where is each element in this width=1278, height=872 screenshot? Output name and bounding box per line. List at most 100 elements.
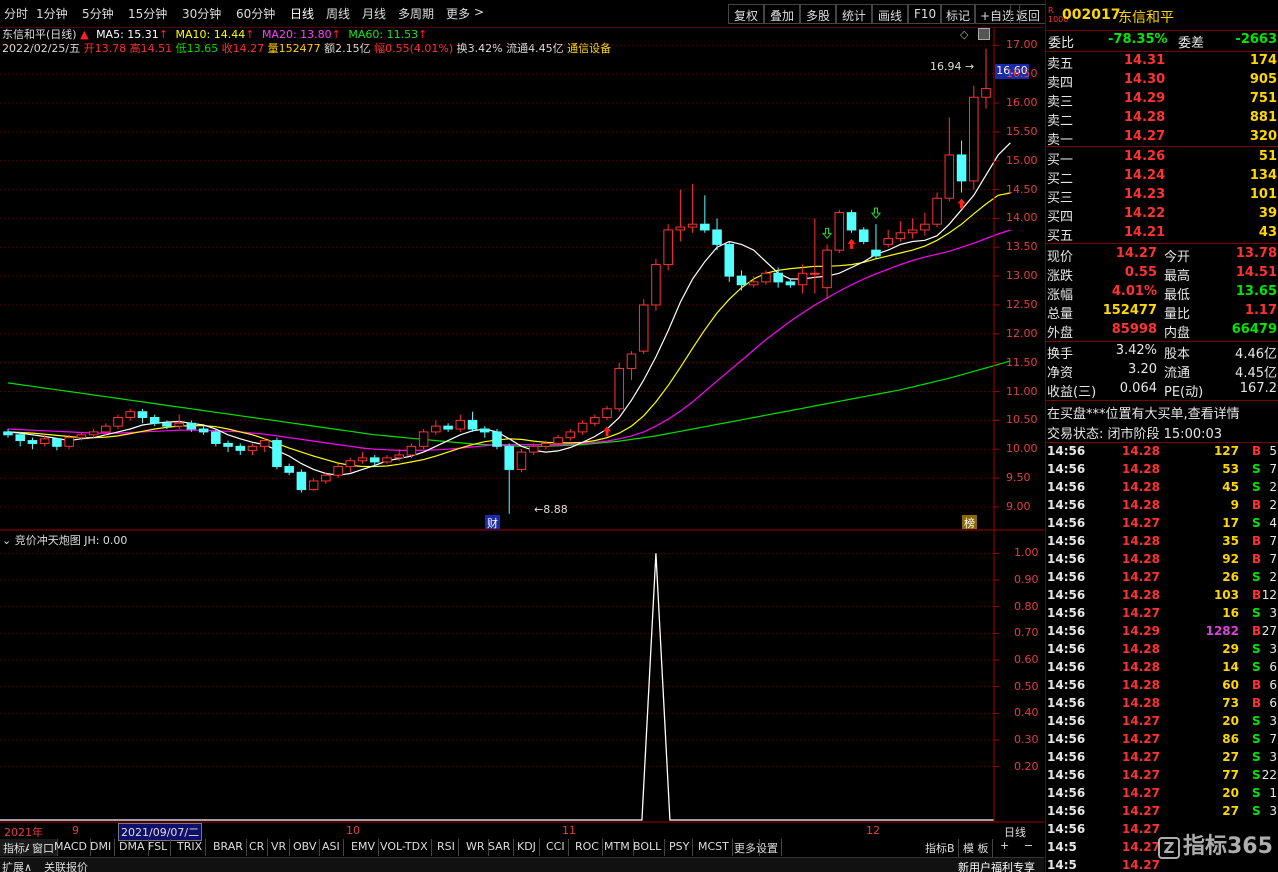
indicator-tab-psy[interactable]: PSY — [666, 839, 694, 856]
candle-body — [418, 431, 429, 447]
candle-body — [113, 416, 123, 427]
candle — [504, 443, 515, 514]
indicator-tab-macd[interactable]: MACD — [51, 839, 91, 856]
date-m12: 12 — [866, 824, 880, 837]
candle-body — [773, 272, 783, 283]
indicator-tab-dma[interactable]: DMA — [116, 839, 149, 856]
candle — [345, 457, 356, 473]
candle-body — [822, 249, 832, 289]
indicator-tab-fsl[interactable]: FSL — [145, 839, 172, 856]
sell-level-row: 卖二 14.28 881 — [1047, 110, 1277, 129]
quote-stat-row: 涨跌 0.55 最高 14.51 — [1047, 265, 1277, 284]
tick-row: 14:56 14.28 92 B 7 — [1047, 552, 1277, 566]
indicator-tab-vol-tdx[interactable]: VOL-TDX — [377, 839, 432, 856]
candle — [27, 437, 38, 450]
candle — [797, 264, 808, 294]
candle — [235, 443, 246, 455]
expand-button[interactable]: 扩展∧ — [2, 859, 32, 872]
indicator-title[interactable]: 竞价冲天炮图 — [15, 534, 81, 547]
finance-marker[interactable]: 财 — [485, 515, 500, 530]
indicator-tab-rsi[interactable]: RSI — [434, 839, 459, 856]
sell-level-row: 卖一 14.27 320 — [1047, 129, 1277, 148]
indicator-tab-vr[interactable]: VR — [268, 839, 291, 856]
candle-body — [638, 304, 649, 352]
zoom-in-button[interactable]: + — [1000, 839, 1009, 852]
candle-body — [259, 440, 270, 447]
candle-body — [162, 422, 172, 427]
tick-row: 14:56 14.28 9 B 2 — [1047, 498, 1277, 512]
candle-body — [76, 434, 87, 439]
candle-body — [149, 416, 160, 424]
tick-row: 14:56 14.28 73 B 6 — [1047, 696, 1277, 710]
candle — [333, 463, 343, 479]
candle — [3, 429, 13, 438]
candle-body — [137, 411, 148, 418]
candle-body — [284, 466, 294, 473]
related-quote-button[interactable]: 关联报价 — [44, 859, 88, 872]
indicator-tab-obv[interactable]: OBV — [290, 839, 321, 856]
indicator-tab-brar[interactable]: BRAR — [210, 839, 247, 856]
candle — [284, 463, 294, 476]
candle-body — [125, 411, 136, 418]
quote-stat-row: 总量 152477 量比 1.17 — [1047, 303, 1277, 322]
candle — [247, 443, 258, 455]
price-tick-label: 11.50 — [1006, 355, 1038, 369]
candle — [198, 426, 209, 435]
big-order-notice[interactable]: 在买盘***位置有大买单,查看详情 — [1046, 403, 1278, 422]
candle-body — [651, 264, 661, 306]
candle-body — [394, 454, 404, 459]
template-button[interactable]: 模 板 — [960, 839, 993, 857]
candle — [956, 140, 967, 193]
indicator-tab-emv[interactable]: EMV — [348, 839, 379, 856]
price-tick-label: 12.00 — [1006, 326, 1038, 340]
candle-body — [810, 272, 820, 275]
indicator-tab-mtm[interactable]: MTM — [601, 839, 634, 856]
indicator-tab-cci[interactable]: CCI — [543, 839, 569, 856]
indicator-tab-asi[interactable]: ASI — [319, 839, 344, 856]
candle-body — [15, 434, 26, 442]
quote-stat-row: 收益(三) 0.064 PE(动) 167.2 — [1047, 381, 1277, 400]
candle-body — [186, 422, 197, 430]
list-marker[interactable]: 榜 — [962, 515, 977, 530]
candle-body — [198, 428, 209, 433]
candle-body — [981, 88, 991, 98]
candle — [137, 408, 148, 424]
date-period[interactable]: 日线 — [1004, 824, 1026, 840]
indicator-toggle-icon[interactable]: ⌄ — [2, 534, 11, 547]
promo-link[interactable]: 新用户福利专享 — [958, 859, 1035, 872]
tick-row: 14:56 14.28 35 B 7 — [1047, 534, 1277, 548]
indicator-tick-label: 0.80 — [1014, 599, 1039, 613]
indicator-tab-mcst[interactable]: MCST — [695, 839, 733, 856]
candle — [602, 405, 612, 421]
quote-stat-row: 换手 3.42% 股本 4.46亿 — [1047, 343, 1277, 362]
price-tick-label: 9.00 — [1006, 499, 1031, 513]
candle — [651, 258, 661, 311]
candle — [443, 423, 453, 432]
candle-body — [602, 408, 612, 418]
weibi-row: 委比 -78.35% 委差 -2663 — [1048, 32, 1277, 51]
price-tick-label: 10.00 — [1006, 442, 1038, 456]
candle-body — [846, 212, 857, 231]
candle-body — [858, 229, 869, 242]
indicator-tab-cr[interactable]: CR — [246, 839, 269, 856]
candle — [479, 426, 490, 438]
indicator-tab-roc[interactable]: ROC — [572, 839, 603, 856]
candle — [626, 351, 637, 380]
indicator-tab-boll[interactable]: BOLL — [630, 839, 666, 856]
indicator-tab-trix[interactable]: TRIX — [174, 839, 207, 856]
candle-body — [247, 445, 258, 451]
zoom-out-button[interactable]: − — [1024, 839, 1033, 852]
candle-body — [516, 451, 527, 470]
candle-body — [565, 431, 576, 439]
candle-body — [235, 445, 246, 451]
price-tick-label: 16.50 — [1006, 67, 1038, 81]
indicator-tab-sar[interactable]: SAR — [485, 839, 515, 856]
indicator-tab-设置[interactable]: 设置 — [753, 839, 782, 856]
candle-body — [553, 437, 563, 444]
buy-level-row: 买一 14.26 51 — [1047, 149, 1277, 168]
indicator-tab-kdj[interactable]: KDJ — [514, 839, 540, 856]
indicator-b-button[interactable]: 指标B — [922, 839, 959, 857]
tick-row: 14:56 14.27 26 S 2 — [1047, 570, 1277, 584]
indicator-tab-dmi[interactable]: DMI — [87, 839, 116, 856]
indicator-tick-label: 0.60 — [1014, 653, 1039, 666]
